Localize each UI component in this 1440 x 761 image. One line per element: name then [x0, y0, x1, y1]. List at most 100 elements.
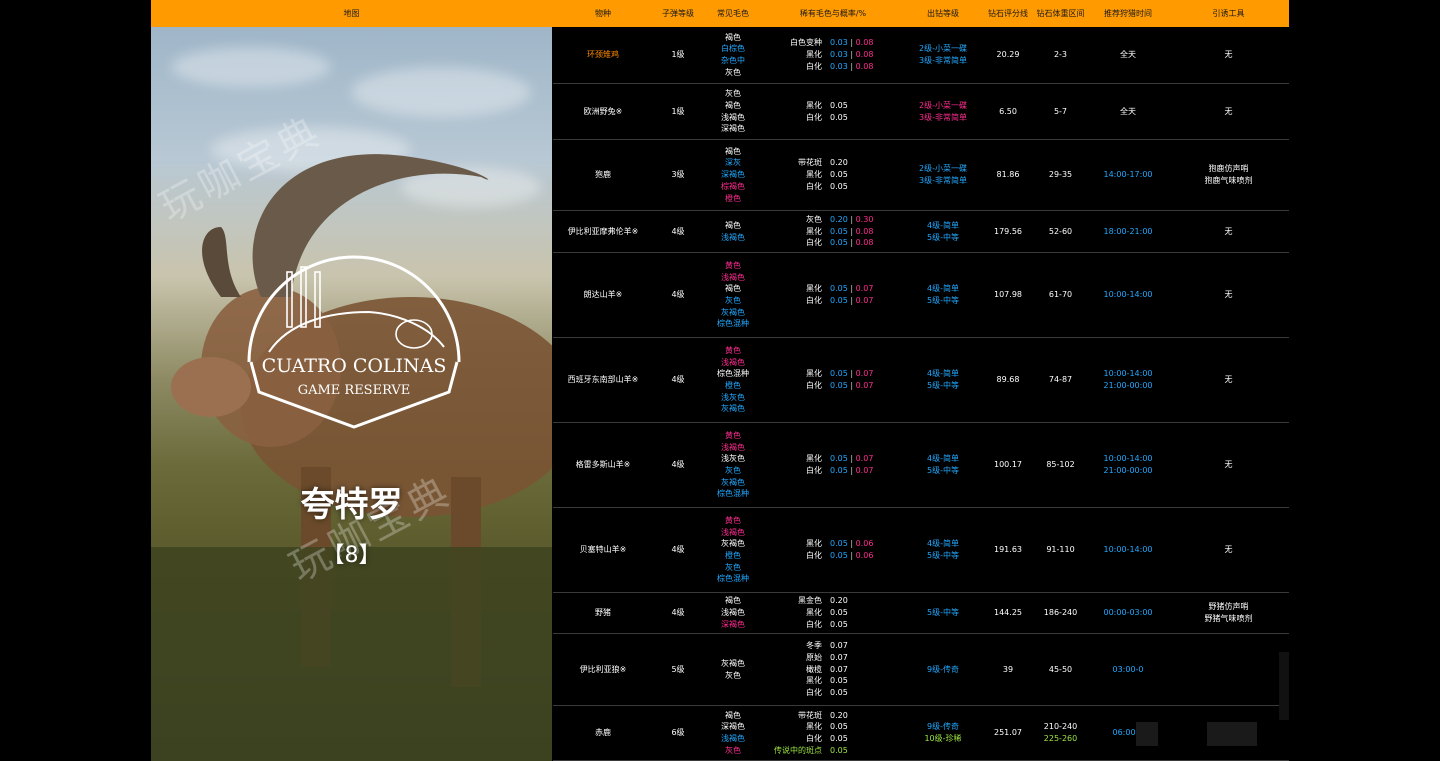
rare-fur-name: 黑化	[806, 100, 822, 110]
ammo-level: 4级	[671, 290, 685, 300]
header-common-fur: 常见毛色	[717, 9, 749, 18]
species-name[interactable]: 环颈雉鸡	[587, 49, 619, 61]
table-row: 朗达山羊※ 4级 黄色 浅褐色 褐色 灰色 灰褐色 棕色混种 黑化 0.05 | 0.07 白化 0.…	[553, 253, 1289, 338]
rare-fur-line: 黑金色 0.20	[753, 595, 903, 607]
rare-fur-prob: 0.03 | 0.08	[830, 37, 900, 49]
prob-separator: |	[847, 466, 856, 475]
rare-fur-prob-1: 0.05	[830, 296, 848, 305]
lure-cell: 无	[1168, 84, 1289, 139]
cell-line: 5级-中等	[927, 381, 959, 390]
rare-fur-name: 白色变种	[790, 38, 822, 48]
table-row: 格雷多斯山羊※ 4级 黄色 浅褐色 浅灰色 灰色 灰褐色 棕色混种 黑化 0.05 | 0.07 白…	[553, 423, 1289, 508]
rare-fur-prob: 0.07	[830, 652, 900, 664]
diamond-weight: 29-35	[1048, 170, 1073, 180]
rare-fur-line: 白化 0.05 | 0.06	[753, 550, 903, 562]
diamond-level-cell: 2级-小菜一碟 3级-非常简单	[903, 140, 983, 210]
cell-line: 灰色	[725, 745, 741, 755]
ammo-cell: 4级	[653, 253, 703, 337]
rare-fur-name: 灰色	[806, 214, 822, 224]
cell-line: 褐色	[725, 32, 741, 42]
diamond-weight-cell: 61-70	[1033, 253, 1088, 337]
species-name[interactable]: 伊比利亚狼※	[580, 664, 627, 676]
diamond-level-cell: 4级-简单 5级-中等	[903, 211, 983, 252]
prob-separator: |	[847, 50, 856, 60]
rare-fur-name: 黑金色	[798, 596, 822, 606]
prob-separator: |	[847, 284, 856, 294]
rare-fur-prob: 0.05 | 0.06	[830, 550, 900, 562]
cell-line: 10级-珍稀	[924, 734, 962, 743]
rare-fur-prob-1: 0.20	[830, 214, 848, 224]
rare-fur-prob: 0.03 | 0.08	[830, 61, 900, 73]
rare-fur-prob-2: 0.08	[855, 50, 874, 60]
ammo-cell: 3级	[653, 140, 703, 210]
species-name[interactable]: 伊比利亚摩弗伦羊※	[568, 226, 639, 238]
table-row: 贝塞特山羊※ 4级 黄色 浅褐色 灰褐色 橙色 灰色 棕色混种 黑化 0.05 | 0.06 白化 0…	[553, 508, 1289, 593]
overlay-block	[1136, 722, 1158, 746]
species-name[interactable]: 狍鹿	[595, 169, 611, 181]
rare-fur-cell: 黑金色 0.20 黑化 0.05 白化 0.05	[753, 593, 903, 633]
ammo-cell: 4级	[653, 423, 703, 507]
rare-fur-line: 灰色 0.20 | 0.30	[753, 214, 903, 226]
rare-fur-name: 白化	[806, 238, 822, 248]
lure-cell: 无	[1168, 508, 1289, 592]
cell-line: 灰色	[725, 670, 741, 680]
rare-fur-line: 带花斑 0.20	[753, 157, 903, 169]
species-name[interactable]: 西班牙东南部山羊※	[568, 374, 639, 386]
species-name[interactable]: 格雷多斯山羊※	[576, 459, 631, 471]
rare-fur-name: 橄榄	[806, 664, 822, 674]
rare-fur-prob-1: 0.03	[830, 61, 848, 71]
rare-fur-name: 白化	[806, 61, 822, 71]
cell-line: 3级-非常简单	[919, 176, 967, 185]
diamond-level-cell: 4级-简单 5级-中等	[903, 338, 983, 422]
rare-fur-prob-1: 0.07	[830, 641, 848, 651]
rare-fur-prob: 0.05	[830, 687, 900, 699]
rare-fur-prob: 0.05	[830, 100, 900, 112]
ammo-cell: 1级	[653, 84, 703, 139]
prob-separator: |	[847, 381, 856, 390]
rare-fur-line: 黑化 0.05	[753, 100, 903, 112]
rare-fur-line: 白化 0.05 | 0.07	[753, 380, 903, 392]
cell-line: 10:00-14:00	[1103, 369, 1153, 379]
ammo-cell: 4级	[653, 338, 703, 422]
diamond-weight: 186-240	[1043, 608, 1078, 618]
rare-fur-line: 橄榄 0.07	[753, 664, 903, 676]
cell-line: 18:00-21:00	[1103, 226, 1153, 236]
table-row: 狍鹿 3级 褐色 深灰 深褐色 棕褐色 橙色 带花斑 0.20 黑化 0.05 白化 0.05 2级-小菜…	[553, 140, 1289, 211]
cell-line: 浅褐色	[721, 272, 745, 282]
diamond-level-cell: 9级-传奇	[903, 634, 983, 705]
ammo-level: 1级	[671, 50, 685, 60]
rare-fur-prob-2: 0.08	[855, 38, 874, 48]
diamond-weight: 5-7	[1053, 106, 1068, 116]
rare-fur-prob-2: 0.08	[855, 61, 874, 71]
rare-fur-prob: 0.20	[830, 157, 900, 169]
prob-separator: |	[847, 61, 856, 71]
rare-fur-prob: 0.05	[830, 607, 900, 619]
rare-fur-line: 黑化 0.05	[753, 721, 903, 733]
overlay-block	[1207, 722, 1257, 746]
rare-fur-prob-2: 0.07	[855, 296, 874, 305]
cell-line: 浅褐色	[721, 112, 745, 122]
rare-fur-name: 白化	[806, 551, 822, 560]
cell-line: 浅灰色	[721, 454, 745, 464]
table-row: 环颈雉鸡 1级 褐色 白棕色 杂色中 灰色 白色变种 0.03 | 0.08 黑化 0.03 | …	[553, 27, 1289, 84]
species-cell: 欧洲野兔※	[553, 84, 653, 139]
cell-line: 3级-非常简单	[919, 112, 967, 122]
species-name[interactable]: 欧洲野兔※	[584, 106, 623, 118]
cell-line: 全天	[1120, 106, 1136, 116]
cell-line: 灰褐色	[721, 307, 745, 317]
prob-separator: |	[847, 296, 856, 305]
lure-item: 无	[1224, 106, 1233, 116]
species-name[interactable]: 朗达山羊※	[584, 289, 623, 301]
rare-fur-cell: 白色变种 0.03 | 0.08 黑化 0.03 | 0.08 白化 0.03 | 0.0…	[753, 27, 903, 83]
cell-line: 棕褐色	[721, 181, 745, 191]
cell-line: 21:00-00:00	[1103, 466, 1153, 475]
diamond-score-cell: 20.29	[983, 27, 1033, 83]
species-name[interactable]: 贝塞特山羊※	[580, 544, 627, 556]
lure-cell: 无	[1168, 338, 1289, 422]
rare-fur-prob: 0.05 | 0.07	[830, 295, 900, 307]
lure-item: 无	[1224, 226, 1233, 236]
species-name[interactable]: 野猪	[595, 607, 611, 619]
species-name[interactable]: 赤鹿	[595, 727, 611, 739]
lure-cell: 无	[1168, 27, 1289, 83]
diamond-score: 6.50	[999, 106, 1017, 116]
